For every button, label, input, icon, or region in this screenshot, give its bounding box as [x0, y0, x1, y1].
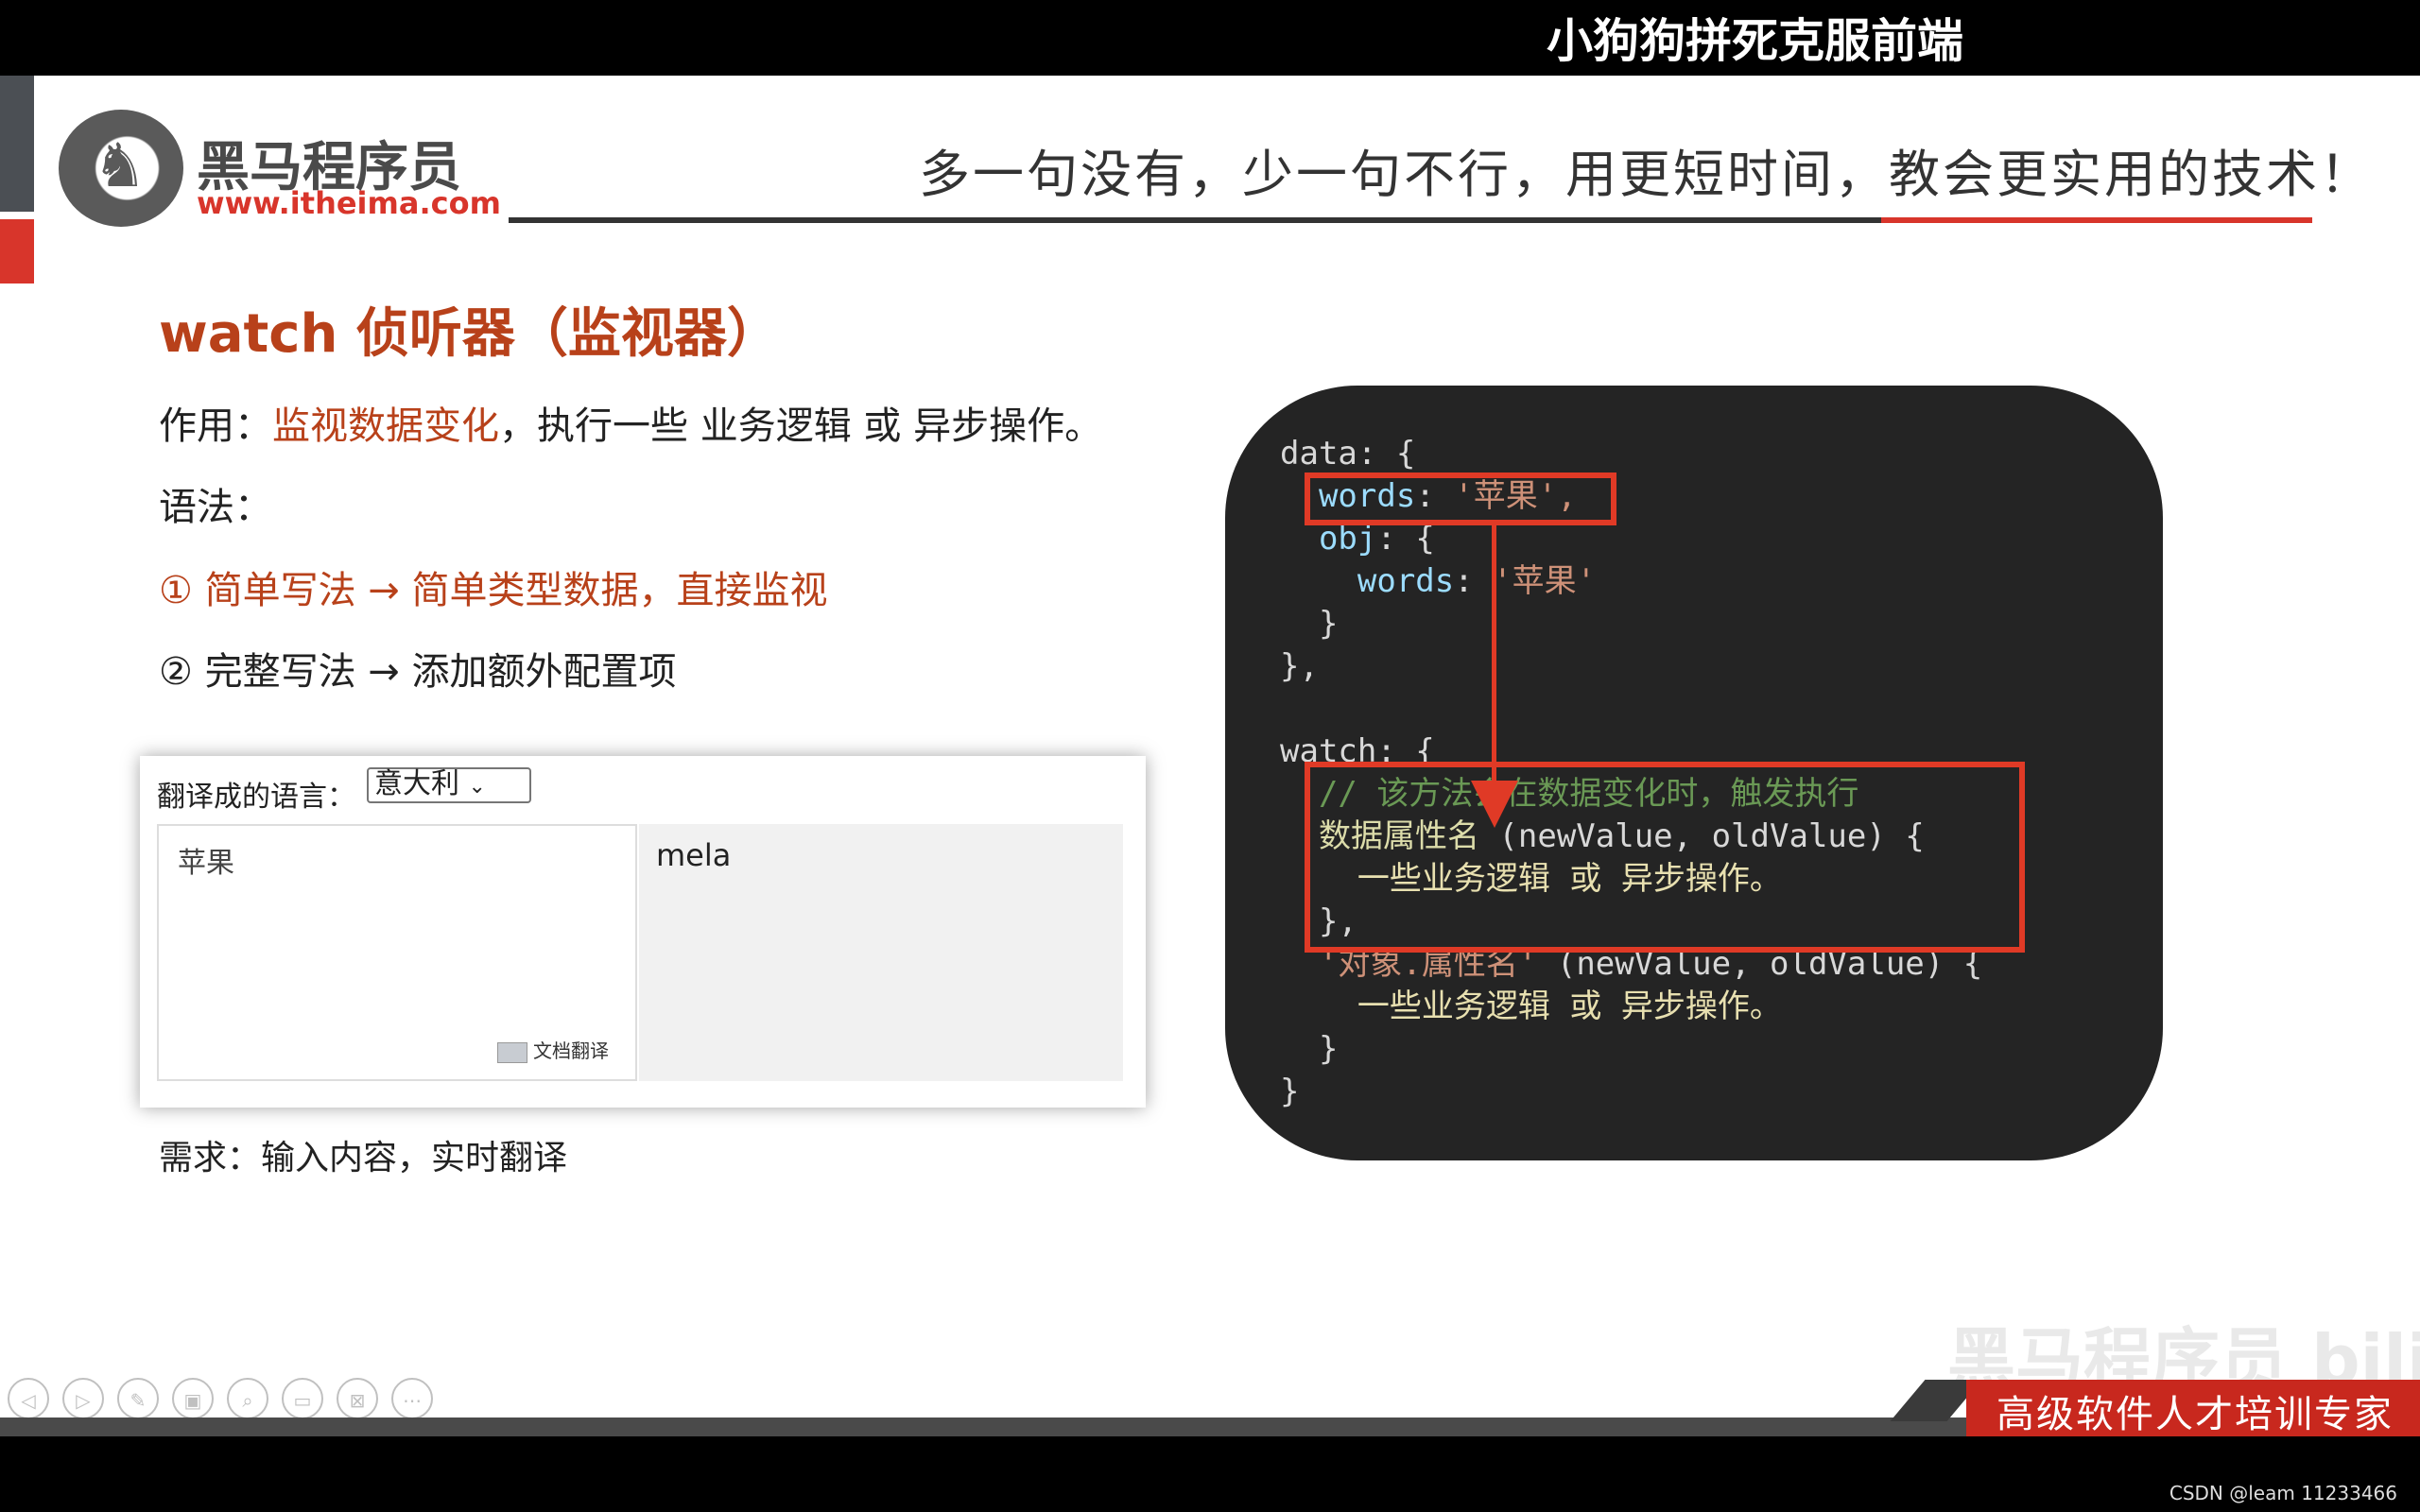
horse-head-icon: ♞ — [93, 131, 147, 201]
copy-icon[interactable]: ▣ — [172, 1378, 214, 1419]
highlight-box-handler — [1305, 762, 2025, 953]
syntax-label: 语法： — [159, 486, 272, 529]
code-line: } — [1280, 1030, 1339, 1068]
code-key: obj — [1318, 520, 1377, 558]
code-line: : { — [1376, 520, 1435, 558]
next-icon[interactable]: ▷ — [62, 1378, 104, 1419]
zoom-icon[interactable]: ⌕ — [227, 1378, 268, 1419]
prev-icon[interactable]: ◁ — [8, 1378, 49, 1419]
source-text: 苹果 — [178, 847, 234, 880]
code-line: } — [1280, 1073, 1300, 1110]
player-controls: ◁ ▷ ✎ ▣ ⌕ ▭ ⊠ ⋯ — [8, 1378, 446, 1419]
screen-icon[interactable]: ▭ — [282, 1378, 323, 1419]
slide: ♞ 黑马程序员 www.itheima.com 多一句没有，少一句不行，用更短时… — [0, 76, 2420, 1436]
footer-strip — [0, 1418, 1966, 1436]
arrow-line — [1492, 520, 1496, 803]
language-label: 翻译成的语言： — [157, 781, 355, 814]
translation-output: mela — [639, 824, 1123, 1081]
code-line: } — [1280, 605, 1339, 643]
source-textarea[interactable]: 苹果 文档翻译 — [157, 824, 637, 1081]
slide-title: watch 侦听器（监视器） — [159, 303, 780, 365]
slide-edge-gray — [0, 76, 34, 212]
header-slogan: 多一句没有，少一句不行，用更短时间，教会更实用的技术！ — [919, 145, 2374, 204]
method-full: ② 完整写法 → 添加额外配置项 — [159, 650, 677, 694]
purpose-highlight: 监视数据变化 — [272, 404, 499, 448]
purpose-line: 作用：监视数据变化，执行一些 业务逻辑 或 异步操作。 — [159, 395, 1102, 450]
doc-translate-button[interactable]: 文档翻译 — [497, 1036, 609, 1063]
purpose-rest: ，执行一些 业务逻辑 或 异步操作。 — [499, 404, 1103, 448]
video-top-bar: 小狗狗拼死克服前端 — [0, 0, 2420, 76]
highlight-box-words — [1305, 472, 1616, 525]
keyboard-icon — [497, 1041, 527, 1063]
header-rule — [509, 217, 1881, 223]
code-line: }, — [1280, 647, 1319, 685]
method-simple: ① 简单写法 → 简单类型数据，直接监视 — [159, 569, 828, 612]
doc-translate-label: 文档翻译 — [533, 1040, 609, 1062]
output-text: mela — [656, 837, 732, 873]
purpose-label: 作用： — [159, 404, 272, 448]
video-caption: 小狗狗拼死克服前端 — [1547, 14, 1964, 68]
language-select[interactable]: 意大利 ⌄ — [367, 767, 531, 803]
code-key: words — [1357, 562, 1455, 600]
logo-url: www.itheima.com — [197, 185, 501, 221]
translate-demo: 翻译成的语言： 意大利 ⌄ 苹果 文档翻译 mela — [140, 756, 1146, 1108]
pen-icon[interactable]: ✎ — [117, 1378, 159, 1419]
more-icon[interactable]: ⋯ — [391, 1378, 433, 1419]
chevron-down-icon: ⌄ — [468, 775, 486, 799]
slide-edge-red — [0, 219, 34, 284]
code-line: data: { — [1280, 435, 1416, 472]
code-body: 一些业务逻辑 或 异步操作。 — [1357, 988, 1782, 1025]
csdn-credit: CSDN @leam 11233466 — [2169, 1482, 2397, 1504]
hide-icon[interactable]: ⊠ — [337, 1378, 378, 1419]
footer-slogan: 高级软件人才培训专家 — [1996, 1393, 2394, 1436]
language-selected-value: 意大利 — [374, 767, 459, 800]
header-rule-accent — [1881, 217, 2312, 223]
arrow-down-icon — [1471, 781, 1518, 828]
code-string: '苹果' — [1493, 562, 1597, 600]
requirement-text: 需求：输入内容，实时翻译 — [159, 1139, 568, 1177]
